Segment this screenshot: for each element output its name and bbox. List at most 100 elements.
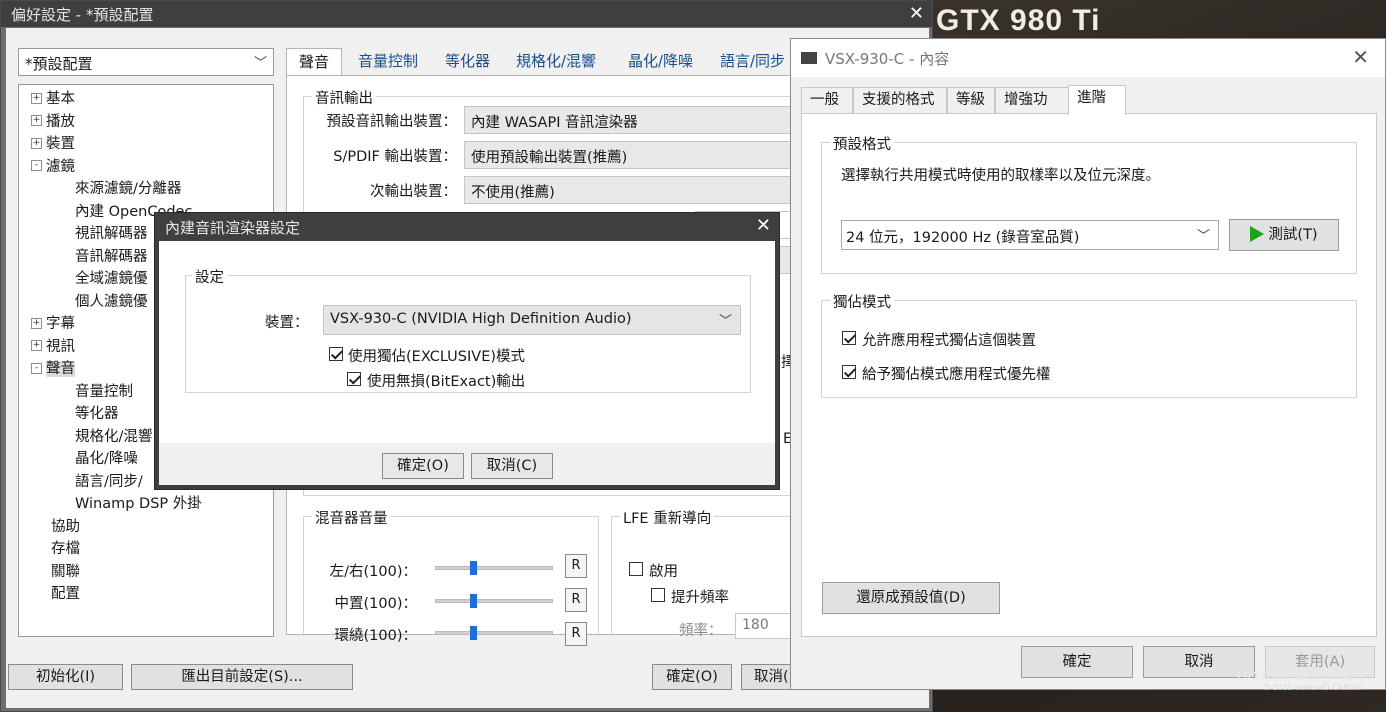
tree-item[interactable]: 協助 [19,516,273,539]
mixer-surround-track[interactable] [435,631,553,635]
vsx-ok-button[interactable]: 確定 [1021,646,1133,678]
tab-levels[interactable]: 等級 [947,87,995,113]
collapse-icon[interactable]: - [31,362,42,374]
tree-item-label: 晶化/降噪 [75,451,138,467]
tree-item-label: 語言/同步/ [75,473,143,490]
default-format-description: 選擇執行共用模式時使用的取樣率以及位元深度。 [841,168,1160,184]
mixer-lr-track[interactable] [435,566,553,570]
tree-item-label: 基本 [46,91,75,107]
lfe-boost-checkbox[interactable] [651,588,665,602]
tree-item-label: 音量控制 [75,383,133,400]
mixer-lr-reset-button[interactable]: R [565,554,587,578]
init-button[interactable]: 初始化(I) [8,664,123,690]
secondary-output-label: 次輸出裝置： [370,184,457,200]
mixer-center-reset-button[interactable]: R [565,588,587,612]
tree-item[interactable]: + 裝置 [19,133,273,156]
tab-general[interactable]: 一般 [801,87,853,113]
mixer-center-label: 中置(100)： [334,596,418,612]
expand-icon[interactable]: + [31,340,42,351]
tree-item-label: 配置 [51,586,80,602]
exclusive-mode-checkbox[interactable] [329,347,343,361]
tree-item[interactable]: 配置 [19,583,273,606]
tab-volume-control[interactable]: 音量控制 [346,48,430,76]
test-button[interactable]: 測試(T) [1229,219,1339,251]
tree-item[interactable]: Winamp DSP 外掛 [19,493,273,516]
spdif-output-value: 使用預設輸出裝置(推薦) [471,150,628,166]
device-value: VSX-930-C (NVIDIA High Definition Audio) [330,311,632,327]
bitexact-label: 使用無損(BitExact)輸出 [367,374,526,390]
tree-item-label: 個人濾鏡優 [75,293,148,310]
device-label: 裝置： [265,315,309,331]
close-icon[interactable]: ✕ [756,215,771,236]
close-icon[interactable]: ✕ [1352,45,1369,69]
tab-normalize[interactable]: 規格化/混響 [504,48,608,76]
close-icon[interactable]: ✕ [909,3,924,24]
renderer-cancel-button[interactable]: 取消(C) [471,453,553,479]
tree-item-label: 全域濾鏡優 [75,271,148,287]
secondary-output-value: 不使用(推薦) [471,185,555,201]
tree-item[interactable]: 來源濾鏡/分離器 [19,178,273,201]
mixer-lr-thumb[interactable] [470,561,477,575]
tree-item[interactable]: 存檔 [19,538,273,561]
lfe-frequency-input[interactable]: 180 [735,613,795,639]
speaker-icon [801,52,817,64]
chevron-down-icon: ﹀ [718,314,732,329]
expand-icon[interactable]: + [31,115,42,126]
tree-item[interactable]: + 基本 [19,88,273,111]
tree-item-label: 關聯 [51,563,80,580]
expand-icon[interactable]: + [31,137,42,149]
mixer-surround-reset-button[interactable]: R [565,622,587,646]
expand-icon[interactable]: + [31,92,42,104]
mixer-center-thumb[interactable] [470,594,477,608]
main-ok-button[interactable]: 確定(O) [652,664,732,690]
expand-icon[interactable]: + [31,317,42,329]
tab-equalizer[interactable]: 等化器 [433,48,502,76]
default-output-label: 預設音訊輸出裝置： [326,114,458,130]
export-settings-button[interactable]: 匯出目前設定(S)... [131,664,353,690]
tree-item-label: 裝置 [46,136,75,152]
priority-exclusive-label: 給予獨佔模式應用程式優先權 [862,367,1051,383]
tab-enhancements[interactable]: 增強功能 [995,87,1069,132]
preferences-title: 偏好設定 - *預設配置 [11,6,154,24]
bitexact-checkbox[interactable] [347,372,361,386]
device-properties-title: VSX-930-C - 內容 [825,50,950,68]
tab-sound[interactable]: 聲音 [286,48,343,76]
renderer-settings-dialog: 內建音訊渲染器設定 ✕ 設定 裝置： VSX-930-C (NVIDIA Hig… [154,212,780,490]
tab-supported-formats[interactable]: 支援的格式 [853,87,947,113]
tree-item-label: 協助 [51,518,80,535]
mixer-center-track[interactable] [435,599,553,603]
renderer-ok-button[interactable]: 確定(O) [382,453,464,479]
tree-item-label: 聲音 [46,361,75,377]
tree-item-label: 來源濾鏡/分離器 [75,181,182,197]
tab-crystalize[interactable]: 晶化/降噪 [616,48,705,76]
mixer-surround-label: 環繞(100)： [334,628,418,644]
lfe-enable-checkbox[interactable] [629,562,643,576]
priority-exclusive-checkbox[interactable] [842,365,856,379]
tree-item[interactable]: + 播放 [19,111,273,134]
tab-language-sync[interactable]: 語言/同步 [708,48,797,76]
tree-item-label: 音訊解碼器 [75,248,148,265]
background-title: GTX 980 Ti [936,4,1101,37]
default-format-select[interactable]: 24 位元，192000 Hz (錄音室品質) ﹀ [841,220,1219,250]
restore-defaults-button[interactable]: 還原成預設值(D) [822,582,1000,614]
test-button-label: 測試(T) [1268,227,1318,243]
collapse-icon[interactable]: - [31,160,42,171]
lfe-boost-label: 提升頻率 [671,590,729,606]
mixer-surround-thumb[interactable] [470,626,477,640]
profile-select[interactable]: *預設配置 ﹀ [18,48,274,76]
tree-item[interactable]: - 濾鏡 [19,156,273,179]
default-format-value: 24 位元，192000 Hz (錄音室品質) [846,230,1080,246]
tree-item[interactable]: 關聯 [19,561,273,584]
main-cancel-button[interactable]: 取消( [741,664,797,690]
tree-item-label: 存檔 [51,541,80,557]
device-select[interactable]: VSX-930-C (NVIDIA High Definition Audio)… [323,305,741,335]
tree-item-label: 視訊解碼器 [75,226,148,242]
tree-item-label: 播放 [46,113,75,130]
allow-exclusive-checkbox[interactable] [842,331,856,345]
preferences-titlebar: 偏好設定 - *預設配置 ✕ [1,1,932,27]
tab-advanced[interactable]: 進階 [1068,85,1126,115]
renderer-dialog-title: 內建音訊渲染器設定 [165,219,301,237]
mixer-volume-title: 混音器音量 [312,507,391,528]
device-properties-window: VSX-930-C - 內容 ✕ 一般 支援的格式 等級 增強功能 進階 預設格… [790,38,1386,690]
tree-item-label: 字幕 [46,316,75,332]
